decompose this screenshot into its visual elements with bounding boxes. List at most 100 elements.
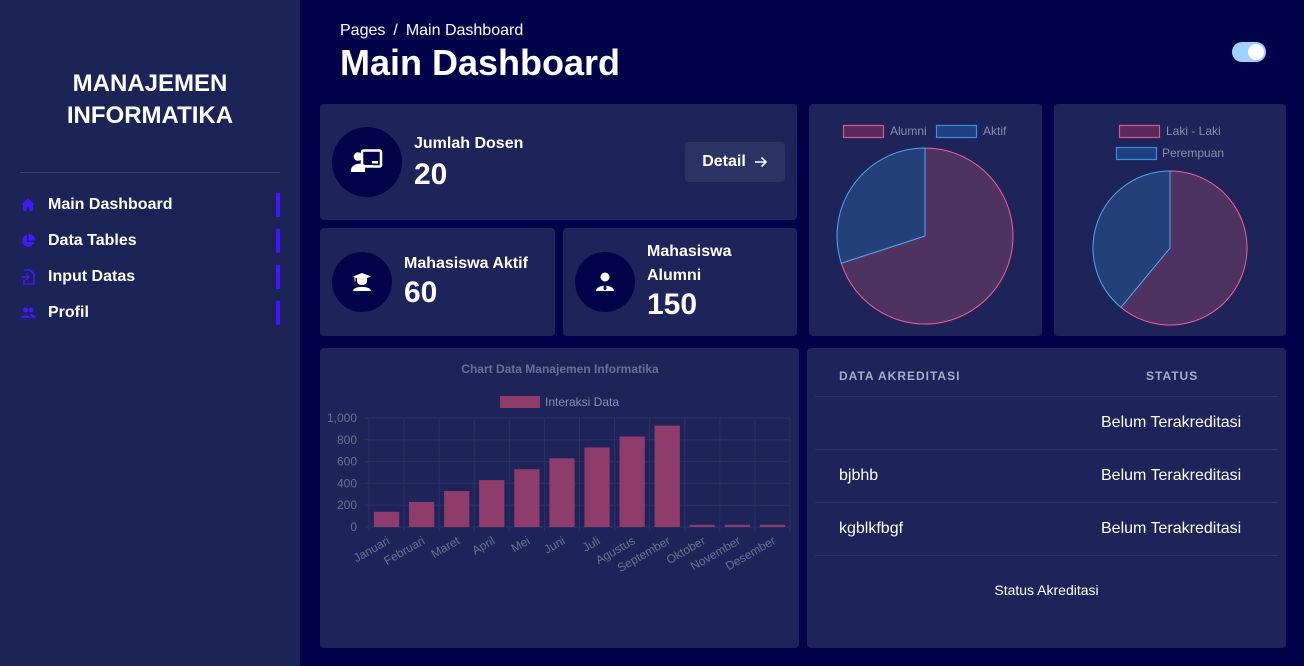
chart-title: Chart Data Manajemen Informatika	[461, 362, 659, 376]
y-axis: 0 200 400 600 800 1,000	[327, 411, 357, 534]
input-icon	[20, 269, 36, 285]
toggle-knob	[1248, 44, 1264, 60]
stat-label: Mahasiswa Aktif	[404, 255, 528, 272]
sidebar-item-label: Input Datas	[48, 268, 136, 285]
sidebar-item-label: Main Dashboard	[48, 196, 173, 213]
breadcrumb-root[interactable]: Pages	[340, 22, 385, 39]
column-header-data-akreditasi[interactable]: DATA AKREDITASI	[839, 369, 960, 383]
stat-label-line-2: Alumni	[647, 267, 702, 284]
sidebar-item-main-dashboard[interactable]: Main Dashboard	[20, 193, 280, 217]
y-tick-label: 400	[337, 476, 357, 490]
row-divider	[815, 449, 1278, 450]
legend-swatch-0	[1118, 124, 1161, 139]
teacher-icon	[332, 127, 402, 197]
cell-status: Belum Terakreditasi	[1101, 414, 1242, 431]
detail-button-label: Detail	[702, 153, 746, 170]
bar-november[interactable]	[724, 524, 751, 527]
bar-agustus[interactable]	[619, 436, 645, 527]
theme-toggle[interactable]	[1232, 42, 1266, 62]
y-tick-label: 800	[337, 433, 357, 447]
bar-oktober[interactable]	[689, 524, 715, 527]
column-header-status[interactable]: STATUS	[1146, 369, 1198, 383]
cell-status: Belum Terakreditasi	[1101, 520, 1242, 537]
pie-card-status: Alumni Aktif	[809, 104, 1042, 336]
accreditation-table-card: DATA AKREDITASI STATUS Belum Terakredita…	[807, 348, 1286, 648]
legend-swatch-1	[935, 124, 978, 139]
legend-label: Perempuan	[1162, 146, 1224, 160]
active-indicator	[276, 301, 280, 325]
x-tick-label: Mei	[509, 533, 533, 555]
sidebar-item-data-tables[interactable]: Data Tables	[20, 229, 280, 253]
stat-card-mahasiswa-alumni: Mahasiswa Alumni 150	[563, 228, 797, 336]
y-tick-label: 0	[350, 520, 357, 534]
sidebar-item-label: Profil	[48, 304, 89, 321]
active-indicator	[276, 229, 280, 253]
bar-februari[interactable]	[408, 501, 435, 527]
sidebar-item-input-datas[interactable]: Input Datas	[20, 265, 280, 289]
pie-slices	[836, 147, 1014, 325]
legend-label: Aktif	[983, 124, 1007, 138]
bar-maret[interactable]	[444, 491, 470, 527]
table-caption: Status Akreditasi	[994, 582, 1099, 598]
x-tick-label: April	[469, 533, 497, 557]
page-title: Main Dashboard	[340, 42, 621, 83]
bar-januari[interactable]	[373, 511, 400, 527]
row-divider	[815, 502, 1278, 503]
y-tick-label: 600	[337, 455, 357, 469]
y-tick-label: 1,000	[327, 411, 357, 425]
graduate-icon	[332, 252, 392, 312]
active-indicator	[276, 265, 280, 289]
sidebar-item-profil[interactable]: Profil	[20, 301, 280, 325]
pie-chart-gender: Laki - Laki Perempuan	[1092, 124, 1248, 326]
stat-value: 60	[404, 276, 438, 309]
bar-april[interactable]	[479, 480, 505, 527]
active-indicator	[276, 193, 280, 217]
stat-label: Mahasiswa Alumni	[647, 240, 731, 288]
legend-label: Alumni	[890, 124, 927, 138]
row-divider	[815, 396, 1278, 397]
sidebar-divider	[20, 172, 280, 173]
bar-juni[interactable]	[549, 458, 575, 527]
pie-chart-icon	[20, 233, 36, 249]
stat-card-dosen: Jumlah Dosen 20 Detail	[320, 104, 797, 220]
cell-status: Belum Terakreditasi	[1101, 467, 1242, 484]
legend-swatch	[500, 396, 540, 408]
x-tick-label: Februari	[381, 533, 427, 567]
cell-name: kgblkfbgf	[839, 520, 904, 537]
bar-september[interactable]	[654, 425, 680, 527]
stat-card-mahasiswa-aktif: Mahasiswa Aktif 60	[320, 228, 555, 336]
users-icon	[20, 305, 36, 321]
stat-label: Jumlah Dosen	[414, 135, 524, 152]
sidebar-item-label: Data Tables	[48, 232, 137, 249]
row-divider	[815, 555, 1278, 556]
bar-desember[interactable]	[759, 524, 786, 527]
pie-chart-status: Alumni Aktif	[836, 124, 1014, 325]
brand-line-2: INFORMATIKA	[66, 102, 234, 129]
brand-title: MANAJEMEN INFORMATIKA	[0, 68, 300, 132]
bar-chart: Chart Data Manajemen Informatika Interak…	[327, 362, 791, 575]
sidebar: MANAJEMEN INFORMATIKA Main Dashboard Dat…	[0, 0, 300, 666]
stat-value: 150	[647, 288, 698, 321]
legend-swatch-1	[1115, 146, 1158, 161]
breadcrumb: Pages / Main Dashboard	[340, 22, 523, 40]
brand-line-1: MANAJEMEN	[72, 70, 228, 97]
pie-card-gender: Laki - Laki Perempuan	[1054, 104, 1286, 336]
y-tick-label: 200	[337, 498, 357, 512]
breadcrumb-current: Main Dashboard	[405, 22, 524, 39]
stat-value: 20	[414, 158, 448, 191]
breadcrumb-separator: /	[393, 22, 398, 39]
bar-mei[interactable]	[514, 469, 540, 527]
bar-chart-card: Chart Data Manajemen Informatika Interak…	[320, 348, 799, 648]
detail-button[interactable]: Detail	[685, 142, 785, 182]
x-tick-label: Juni	[541, 533, 567, 556]
legend-label: Interaksi Data	[545, 395, 619, 409]
stat-label-line-1: Mahasiswa	[647, 243, 732, 260]
arrow-right-icon	[754, 156, 767, 168]
cell-name: bjbhb	[839, 467, 879, 484]
legend-swatch-0	[842, 124, 885, 139]
legend-label: Laki - Laki	[1166, 124, 1221, 138]
bar-juli[interactable]	[584, 447, 610, 527]
home-icon	[20, 197, 36, 213]
x-tick-label: Maret	[429, 533, 463, 561]
pie-slices	[1092, 170, 1248, 326]
